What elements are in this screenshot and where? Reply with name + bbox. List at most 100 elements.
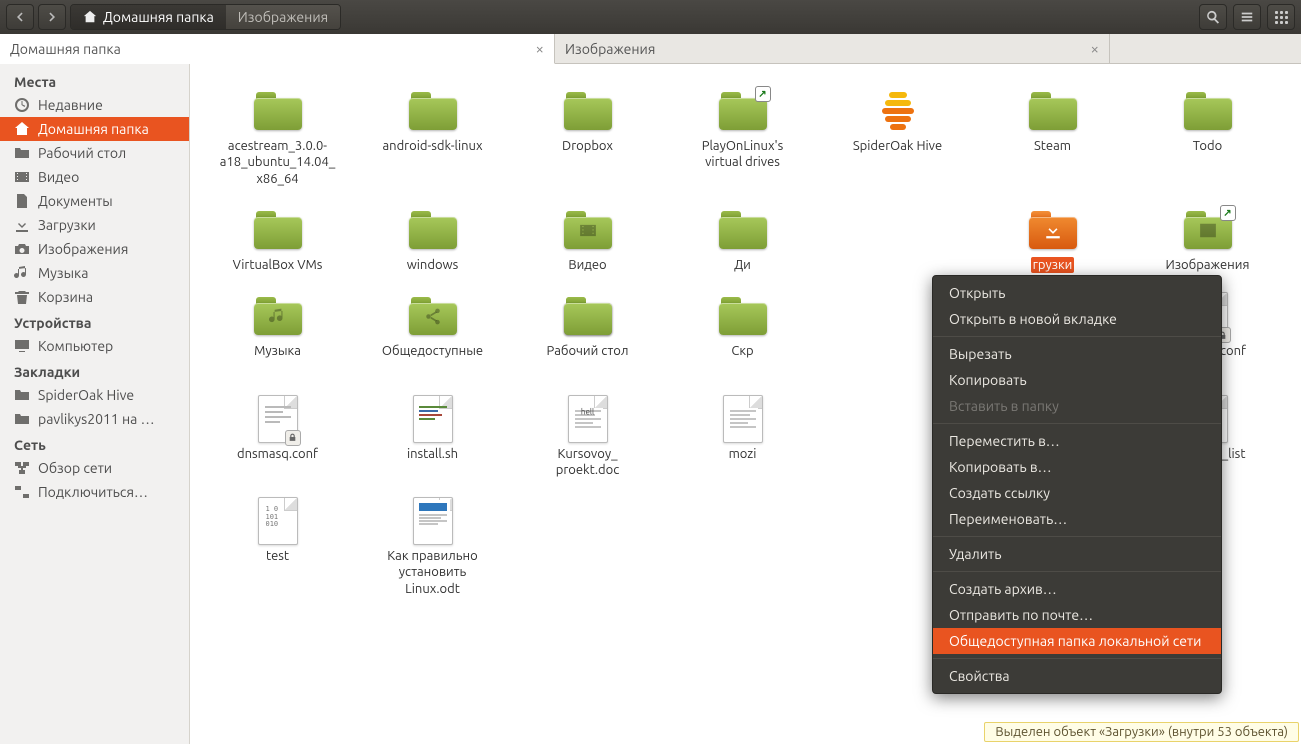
- sidebar-item[interactable]: Подключиться…: [0, 480, 189, 504]
- close-icon[interactable]: ×: [536, 40, 544, 57]
- item-icon: [562, 88, 614, 134]
- item-icon: [717, 293, 769, 339]
- grid-item[interactable]: Dropbox: [510, 84, 665, 203]
- sidebar-item[interactable]: Загрузки: [0, 213, 189, 237]
- menu-item[interactable]: Вырезать: [933, 341, 1221, 367]
- menu-item[interactable]: Копировать: [933, 367, 1221, 393]
- item-label: android-sdk-linux: [380, 138, 484, 154]
- close-icon[interactable]: ×: [1091, 40, 1099, 57]
- menu-item[interactable]: Переименовать…: [933, 506, 1221, 532]
- item-label: Музыка: [252, 343, 303, 359]
- item-label: Скр: [729, 343, 755, 359]
- grid-item[interactable]: Kursovoy_proekt.doc: [510, 392, 665, 495]
- menu-item[interactable]: Удалить: [933, 541, 1221, 567]
- grid-item[interactable]: windows: [355, 203, 510, 289]
- sidebar-item[interactable]: Документы: [0, 189, 189, 213]
- menu-item[interactable]: Открыть в новой вкладке: [933, 306, 1221, 332]
- tab[interactable]: Изображения×: [555, 34, 1110, 63]
- content-area: acestream_3.0.0-a18_ubuntu_14.04_x86_64 a…: [190, 64, 1301, 744]
- sidebar-item-label: Обзор сети: [38, 460, 112, 476]
- sidebar-item[interactable]: Обзор сети: [0, 456, 189, 480]
- menu-item[interactable]: Переместить в…: [933, 428, 1221, 454]
- grid-item[interactable]: ↗PlayOnLinux's virtual drives: [665, 84, 820, 203]
- menu-item[interactable]: Копировать в…: [933, 454, 1221, 480]
- item-icon: [717, 396, 769, 442]
- breadcrumb-item[interactable]: Изображения: [226, 5, 340, 29]
- apps-button[interactable]: [1267, 4, 1295, 30]
- grid-item[interactable]: android-sdk-linux: [355, 84, 510, 203]
- item-icon: [872, 88, 924, 134]
- grid-item[interactable]: Как правильно установить Linux.odt: [355, 494, 510, 613]
- grid-item[interactable]: Скр: [665, 289, 820, 392]
- grid-item[interactable]: dnsmasq.conf: [200, 392, 355, 495]
- search-button[interactable]: [1199, 4, 1227, 30]
- grid-item[interactable]: Рабочий стол: [510, 289, 665, 392]
- item-label: Kursovoy_proekt.doc: [554, 446, 622, 479]
- sidebar-item-label: Музыка: [38, 265, 88, 281]
- grid-item[interactable]: Видео: [510, 203, 665, 289]
- grid-item[interactable]: VirtualBox VMs: [200, 203, 355, 289]
- grid-item[interactable]: Ди: [665, 203, 820, 289]
- menu-item[interactable]: Создать ссылку: [933, 480, 1221, 506]
- tab-bar: Домашняя папка×Изображения×: [0, 34, 1301, 64]
- sidebar-item-label: Документы: [38, 193, 113, 209]
- grid-item[interactable]: Общедоступные: [355, 289, 510, 392]
- download-icon: [14, 217, 30, 233]
- menu-item[interactable]: Свойства: [933, 663, 1221, 689]
- sidebar-item[interactable]: Видео: [0, 165, 189, 189]
- item-icon: [562, 207, 614, 253]
- search-icon: [1206, 10, 1220, 24]
- sidebar-item[interactable]: Домашняя папка: [0, 117, 189, 141]
- grid-item[interactable]: mozi: [665, 392, 820, 495]
- menu-item[interactable]: Отправить по почте…: [933, 602, 1221, 628]
- item-label: Dropbox: [560, 138, 615, 154]
- item-icon: [1182, 88, 1234, 134]
- grid-icon: [1275, 11, 1288, 24]
- item-label: Видео: [566, 257, 608, 273]
- sidebar-heading: Сеть: [0, 431, 189, 456]
- item-icon: [1027, 88, 1079, 134]
- sidebar-item[interactable]: Рабочий стол: [0, 141, 189, 165]
- sidebar-item[interactable]: Компьютер: [0, 334, 189, 358]
- sidebar-item-label: Недавние: [38, 97, 103, 113]
- folder-icon: [14, 145, 30, 161]
- sidebar-heading: Места: [0, 68, 189, 93]
- item-label: SpiderOak Hive: [851, 138, 944, 154]
- item-icon: [1027, 207, 1079, 253]
- network-icon: [14, 460, 30, 476]
- sidebar-item[interactable]: Музыка: [0, 261, 189, 285]
- menu-separator: [933, 336, 1221, 337]
- sidebar-item[interactable]: Корзина: [0, 285, 189, 309]
- breadcrumb-item[interactable]: Домашняя папка: [71, 5, 226, 29]
- item-label: Todo: [1191, 138, 1224, 154]
- menu-item[interactable]: Открыть: [933, 280, 1221, 306]
- toolbar: Домашняя папкаИзображения: [0, 0, 1301, 34]
- item-icon: [252, 207, 304, 253]
- sidebar-item[interactable]: Недавние: [0, 93, 189, 117]
- grid-item[interactable]: install.sh: [355, 392, 510, 495]
- menu-item[interactable]: Общедоступная папка локальной сети: [933, 628, 1221, 654]
- menu-separator: [933, 536, 1221, 537]
- grid-item[interactable]: SpiderOak Hive: [820, 84, 975, 203]
- grid-item[interactable]: acestream_3.0.0-a18_ubuntu_14.04_x86_64: [200, 84, 355, 203]
- grid-item[interactable]: Todo: [1130, 84, 1285, 203]
- sidebar-item-label: Компьютер: [38, 338, 113, 354]
- tab[interactable]: Домашняя папка×: [0, 34, 555, 64]
- item-icon: [562, 293, 614, 339]
- grid-item[interactable]: Музыка: [200, 289, 355, 392]
- item-label: Как правильно установить Linux.odt: [385, 548, 479, 597]
- grid-item[interactable]: 1 0101010test: [200, 494, 355, 613]
- sidebar-item[interactable]: SpiderOak Hive: [0, 383, 189, 407]
- sidebar-item-label: Домашняя папка: [38, 121, 149, 137]
- nav-forward-button[interactable]: [38, 4, 66, 30]
- nav-back-button[interactable]: [6, 4, 34, 30]
- sidebar-item[interactable]: pavlikys2011 на …: [0, 407, 189, 431]
- item-label: Общедоступные: [380, 343, 485, 359]
- item-label: грузки: [1031, 257, 1075, 273]
- menu-button[interactable]: [1233, 4, 1261, 30]
- sidebar-item[interactable]: Изображения: [0, 237, 189, 261]
- menu-separator: [933, 658, 1221, 659]
- grid-item[interactable]: Steam: [975, 84, 1130, 203]
- menu-item[interactable]: Создать архив…: [933, 576, 1221, 602]
- sidebar-item-label: pavlikys2011 на …: [38, 411, 155, 427]
